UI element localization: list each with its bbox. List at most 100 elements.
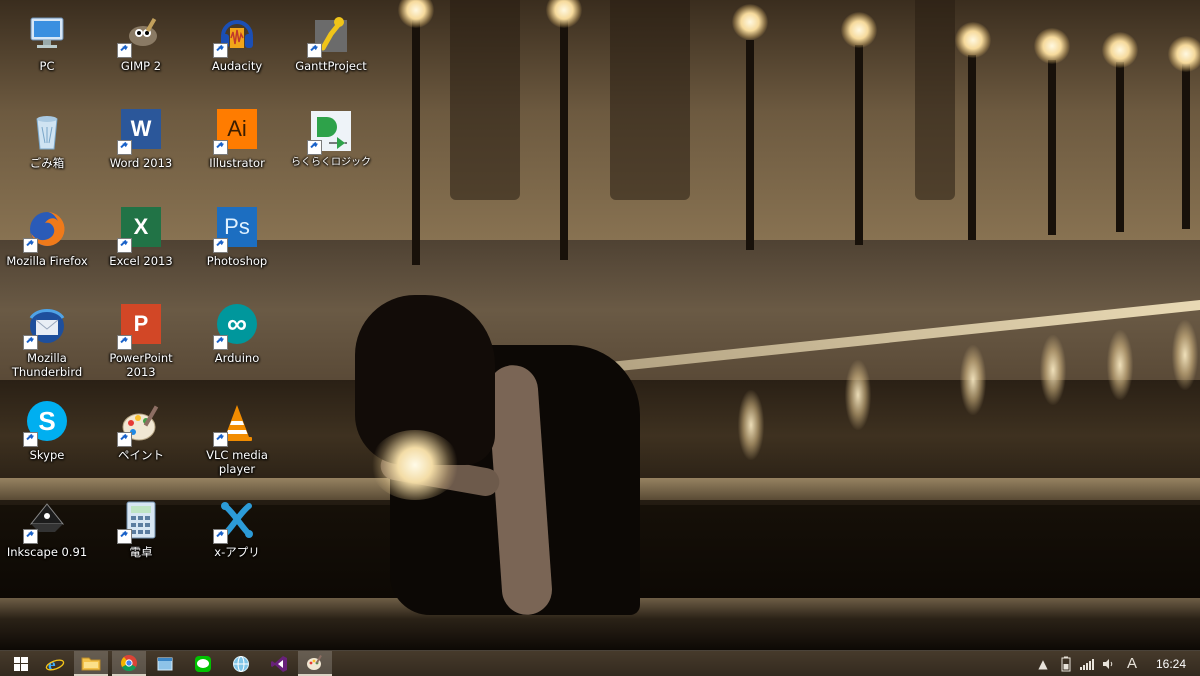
- desktop-icon-word[interactable]: W Word 2013: [94, 101, 188, 170]
- facade-arch: [450, 0, 520, 200]
- illustrator-icon: Ai: [213, 109, 259, 155]
- inkscape-icon: [23, 498, 69, 544]
- logic-gate-icon: [307, 109, 353, 155]
- folder-icon: [81, 657, 101, 670]
- icon-label: Arduino: [214, 351, 260, 365]
- shortcut-arrow-icon: [117, 238, 132, 253]
- taskbar: e ▲ A 16:24: [0, 650, 1200, 676]
- water-reflection: [845, 360, 871, 430]
- desktop-icon-firefox[interactable]: Mozilla Firefox: [0, 199, 94, 268]
- water-reflection: [1172, 320, 1198, 390]
- water-reflection: [1040, 335, 1066, 405]
- internet-explorer-icon: e: [45, 655, 65, 673]
- street-lamp: [1048, 60, 1056, 235]
- lamp-light: [732, 4, 768, 40]
- water-reflection: [960, 345, 986, 415]
- icon-label: PC: [39, 59, 55, 73]
- start-button[interactable]: [4, 651, 38, 676]
- excel-icon: X: [117, 207, 163, 253]
- desktop-icon-gimp[interactable]: GIMP 2: [94, 4, 188, 73]
- icon-label: PowerPoint 2013: [109, 351, 173, 379]
- taskbar-app-generic[interactable]: [148, 651, 182, 676]
- desktop-icon-illustrator[interactable]: Ai Illustrator: [190, 101, 284, 170]
- icon-label: ごみ箱: [29, 156, 65, 170]
- lamp-light: [1168, 36, 1200, 72]
- battery-icon: [1061, 656, 1071, 671]
- icon-label: Mozilla Thunderbird: [11, 351, 83, 379]
- desktop-icon-excel[interactable]: X Excel 2013: [94, 199, 188, 268]
- shortcut-arrow-icon: [23, 335, 38, 350]
- icon-label: VLC media player: [206, 448, 268, 476]
- line-icon: [195, 655, 211, 672]
- taskbar-clock[interactable]: 16:24: [1156, 651, 1186, 676]
- icon-label: Photoshop: [206, 254, 268, 268]
- icon-label: Skype: [29, 448, 65, 462]
- shortcut-arrow-icon: [117, 432, 132, 447]
- shortcut-arrow-icon: [307, 43, 322, 58]
- taskbar-line[interactable]: [186, 651, 220, 676]
- shortcut-arrow-icon: [307, 140, 322, 155]
- firefox-icon: [23, 207, 69, 253]
- word-icon: W: [117, 109, 163, 155]
- taskbar-visual-studio[interactable]: [262, 651, 296, 676]
- recycle-bin-icon: [25, 109, 69, 153]
- icon-label: GanttProject: [295, 59, 367, 73]
- street-lamp: [855, 45, 863, 245]
- icon-label: ペイント: [118, 448, 164, 462]
- taskbar-app-globe[interactable]: [224, 651, 258, 676]
- icon-label: Inkscape 0.91: [6, 545, 88, 559]
- show-hidden-icons-button[interactable]: ▲: [1036, 651, 1050, 676]
- desktop-icon-paint[interactable]: ペイント: [94, 393, 188, 462]
- taskbar-chrome[interactable]: [112, 651, 146, 676]
- visual-studio-icon: [271, 655, 287, 672]
- taskbar-paint[interactable]: [298, 651, 332, 676]
- water-reflection: [738, 390, 764, 460]
- paint-icon: [117, 401, 163, 447]
- chevron-up-icon: ▲: [1038, 656, 1048, 671]
- phone-glow: [370, 430, 460, 500]
- icon-label: 電卓: [129, 545, 153, 559]
- desktop-icon-x-app[interactable]: x-アプリ: [190, 490, 284, 559]
- battery-indicator[interactable]: [1058, 651, 1074, 676]
- icon-label: Audacity: [211, 59, 263, 73]
- network-indicator[interactable]: [1078, 651, 1096, 676]
- facade-arch: [915, 0, 955, 200]
- desktop-icon-skype[interactable]: S Skype: [0, 393, 94, 462]
- icon-label: x-アプリ: [214, 545, 260, 559]
- shortcut-arrow-icon: [117, 335, 132, 350]
- lamp-light: [1102, 32, 1138, 68]
- desktop-icon-vlc[interactable]: VLC media player: [190, 393, 284, 476]
- shortcut-arrow-icon: [23, 432, 38, 447]
- desktop-icon-audacity[interactable]: Audacity: [190, 4, 284, 73]
- vlc-icon: [213, 401, 259, 447]
- paint-icon: [307, 654, 322, 670]
- volume-indicator[interactable]: [1100, 651, 1116, 676]
- desktop-icon-arduino[interactable]: ∞ Arduino: [190, 296, 284, 365]
- shortcut-arrow-icon: [213, 140, 228, 155]
- speaker-icon: [1103, 658, 1113, 669]
- taskbar-file-explorer[interactable]: [74, 651, 108, 676]
- app-window-icon: [157, 657, 173, 670]
- shortcut-arrow-icon: [117, 529, 132, 544]
- street-lamp: [1116, 62, 1124, 232]
- desktop-icon-photoshop[interactable]: Ps Photoshop: [190, 199, 284, 268]
- ganttproject-icon: [307, 12, 353, 58]
- skype-icon: S: [23, 401, 69, 447]
- desktop-icon-calculator[interactable]: 電卓: [94, 490, 188, 559]
- signal-strength-icon: [1080, 658, 1094, 670]
- shortcut-arrow-icon: [23, 529, 38, 544]
- shortcut-arrow-icon: [23, 238, 38, 253]
- desktop-icon-pc[interactable]: PC: [0, 4, 94, 73]
- desktop-icon-recycle-bin[interactable]: ごみ箱: [0, 101, 94, 170]
- street-lamp: [1182, 64, 1190, 229]
- desktop-icon-rakuraku-logic[interactable]: らくらくロジック: [284, 101, 378, 170]
- desktop-icon-ganttproject[interactable]: GanttProject: [284, 4, 378, 73]
- desktop-icon-inkscape[interactable]: Inkscape 0.91: [0, 490, 94, 559]
- taskbar-internet-explorer[interactable]: e: [38, 651, 72, 676]
- desktop-icon-powerpoint[interactable]: P PowerPoint 2013: [94, 296, 188, 379]
- ime-indicator[interactable]: A: [1122, 651, 1142, 676]
- desktop-icon-thunderbird[interactable]: Mozilla Thunderbird: [0, 296, 94, 379]
- icon-label: Illustrator: [209, 156, 265, 170]
- x-app-icon: [213, 498, 259, 544]
- gimp-icon: [117, 12, 163, 58]
